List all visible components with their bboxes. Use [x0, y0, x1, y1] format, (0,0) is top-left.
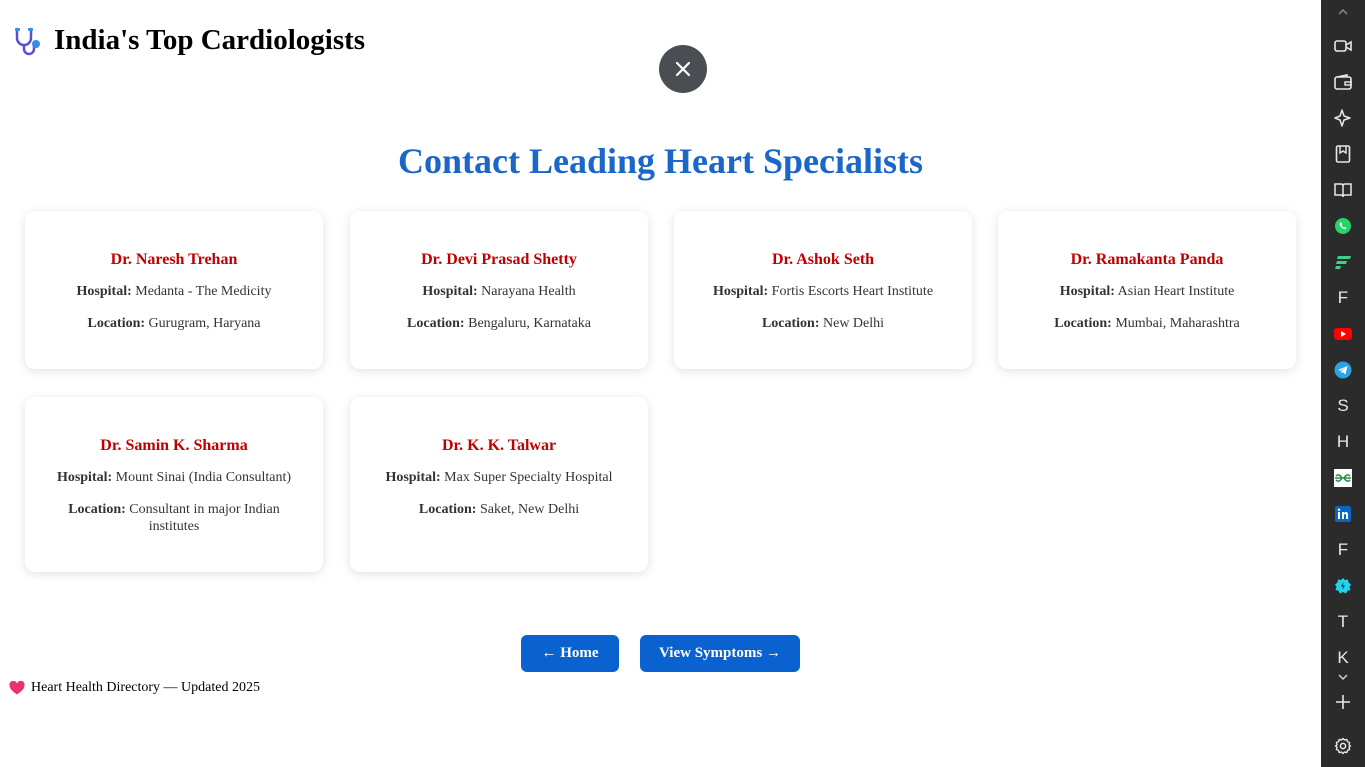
doctor-location: Location: New Delhi: [674, 315, 972, 332]
hospital-label: Hospital:: [76, 284, 132, 299]
doctor-card: Dr. Naresh Trehan Hospital: Medanta - Th…: [25, 211, 323, 369]
doctor-location: Location: Mumbai, Maharashtra: [998, 315, 1296, 332]
doctor-hospital: Hospital: Asian Heart Institute: [998, 283, 1296, 300]
video-icon[interactable]: [1333, 36, 1353, 56]
doctor-hospital: Hospital: Mount Sinai (India Consultant): [25, 469, 323, 486]
sidebar-item-f2[interactable]: F: [1333, 540, 1353, 560]
location-value: Mumbai, Maharashtra: [1115, 316, 1240, 331]
hospital-label: Hospital:: [385, 470, 441, 485]
doctor-card: Dr. Ramakanta Panda Hospital: Asian Hear…: [998, 211, 1296, 369]
sidebar-item-f[interactable]: F: [1333, 288, 1353, 308]
whatsapp-icon[interactable]: [1333, 216, 1353, 236]
hospital-value: Fortis Escorts Heart Institute: [771, 284, 934, 299]
settings-icon[interactable]: [1333, 736, 1353, 756]
hospital-label: Hospital:: [712, 284, 769, 299]
sidebar-item-s[interactable]: S: [1333, 396, 1353, 416]
linkedin-icon[interactable]: [1333, 504, 1353, 524]
sidebar-item-t[interactable]: T: [1333, 612, 1353, 632]
location-value: Gurugram, Haryana: [148, 316, 261, 331]
page-title: India's Top Cardiologists: [54, 24, 366, 56]
footer: Heart Health Directory — Updated 2025: [9, 680, 260, 696]
location-value: Saket, New Delhi: [479, 502, 580, 517]
doctor-card: Dr. Ashok Seth Hospital: Fortis Escorts …: [674, 211, 972, 369]
doctor-card: Dr. K. K. Talwar Hospital: Max Super Spe…: [350, 397, 648, 572]
hospital-value: Mount Sinai (India Consultant): [115, 470, 292, 485]
location-value: Bengaluru, Karnataka: [468, 316, 591, 331]
sidebar-item-h[interactable]: H: [1333, 432, 1353, 452]
wallet-icon[interactable]: [1333, 72, 1353, 92]
location-value: Consultant in major Indian institutes: [129, 502, 280, 534]
telegram-icon[interactable]: [1333, 360, 1353, 380]
location-value: New Delhi: [823, 316, 885, 331]
bookmark-icon[interactable]: [1333, 144, 1353, 164]
hospital-value: Narayana Health: [481, 284, 576, 299]
plus-icon[interactable]: [1333, 692, 1353, 712]
sparkle-icon[interactable]: [1333, 108, 1353, 128]
location-label: Location:: [1054, 316, 1112, 331]
view-symptoms-button[interactable]: View Symptoms →: [640, 635, 800, 672]
badge-icon[interactable]: [1333, 576, 1353, 596]
youtube-icon[interactable]: [1333, 324, 1353, 344]
doctor-location: Location: Gurugram, Haryana: [25, 315, 323, 332]
location-label: Location:: [418, 502, 477, 517]
location-label: Location:: [68, 502, 126, 517]
reader-icon[interactable]: [1333, 180, 1353, 200]
doctor-location: Location: Consultant in major Indian ins…: [25, 501, 323, 535]
location-label: Location:: [87, 316, 146, 331]
flash-icon[interactable]: [1333, 252, 1353, 272]
hospital-label: Hospital:: [422, 284, 478, 299]
hospital-value: Asian Heart Institute: [1117, 284, 1235, 299]
geeksforgeeks-icon[interactable]: [1333, 468, 1353, 488]
hospital-label: Hospital:: [56, 470, 113, 485]
close-button[interactable]: [659, 45, 707, 93]
home-button[interactable]: ← Home: [521, 635, 619, 672]
doctor-hospital: Hospital: Max Super Specialty Hospital: [350, 469, 648, 486]
sidebar-item-k[interactable]: K: [1333, 648, 1353, 668]
hospital-value: Max Super Specialty Hospital: [444, 470, 613, 485]
doctor-location: Location: Saket, New Delhi: [350, 501, 648, 518]
chevron-up-icon[interactable]: [1333, 2, 1353, 22]
doctor-name: Dr. Ashok Seth: [771, 251, 875, 268]
doctor-card: Dr. Devi Prasad Shetty Hospital: Narayan…: [350, 211, 648, 369]
doctor-name: Dr. Devi Prasad Shetty: [421, 251, 577, 268]
stethoscope-icon: [15, 27, 40, 55]
section-title: Contact Leading Heart Specialists: [398, 141, 923, 181]
doctor-name: Dr. Ramakanta Panda: [1070, 251, 1224, 268]
chevron-down-icon[interactable]: [1333, 667, 1353, 687]
location-label: Location:: [761, 316, 820, 331]
browser-sidebar: F S H F T K: [1321, 0, 1365, 767]
page: India's Top Cardiologists Contact Leadin…: [0, 0, 1321, 767]
heart-icon: [9, 681, 25, 695]
doctor-name: Dr. Samin K. Sharma: [100, 437, 248, 454]
doctor-name: Dr. K. K. Talwar: [441, 437, 557, 454]
doctor-hospital: Hospital: Fortis Escorts Heart Institute: [674, 283, 972, 300]
location-label: Location:: [407, 316, 465, 331]
doctor-location: Location: Bengaluru, Karnataka: [350, 315, 648, 332]
doctor-hospital: Hospital: Narayana Health: [350, 283, 648, 300]
footer-text: Heart Health Directory — Updated 2025: [31, 680, 260, 695]
hospital-label: Hospital:: [1059, 284, 1115, 299]
hospital-value: Medanta - The Medicity: [135, 284, 272, 299]
doctor-card: Dr. Samin K. Sharma Hospital: Mount Sina…: [25, 397, 323, 572]
close-icon: [675, 61, 691, 77]
doctor-hospital: Hospital: Medanta - The Medicity: [25, 283, 323, 300]
doctor-name: Dr. Naresh Trehan: [110, 251, 238, 268]
header: India's Top Cardiologists: [12, 24, 365, 57]
